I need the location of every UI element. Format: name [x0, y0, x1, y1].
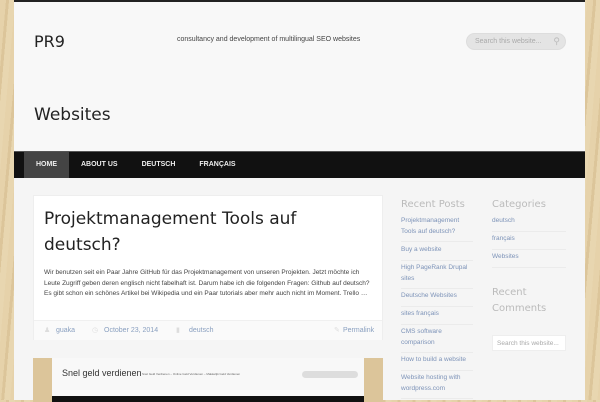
- recent-post-link[interactable]: CMS software comparison: [401, 327, 473, 353]
- recent-post-link[interactable]: Website hosting with wordpress.com: [401, 373, 473, 399]
- thumbnail-search: [302, 371, 358, 378]
- recent-comments-title: Recent Comments: [492, 287, 547, 314]
- page: PR9 consultancy and development of multi…: [14, 0, 585, 402]
- post-date[interactable]: October 23, 2014: [104, 321, 158, 341]
- recent-post-link[interactable]: Deutsche Websites: [401, 291, 473, 307]
- nav-deutsch[interactable]: DEUTSCH: [130, 152, 188, 178]
- post-card: Projektmanagement Tools auf deutsch? Wir…: [33, 195, 383, 340]
- recent-post-link[interactable]: sites français: [401, 309, 473, 325]
- permalink[interactable]: Permalink: [343, 321, 374, 341]
- recent-post-link[interactable]: Projektmanagement Tools auf deutsch?: [401, 216, 473, 242]
- nav-about-us[interactable]: ABOUT US: [69, 152, 130, 178]
- post-title[interactable]: Projektmanagement Tools auf deutsch?: [44, 206, 364, 258]
- site-header: PR9 consultancy and development of multi…: [14, 2, 585, 151]
- main-nav: HOME ABOUT US DEUTSCH FRANÇAIS: [14, 151, 585, 178]
- recent-post-link[interactable]: How to build a website: [401, 355, 473, 371]
- clock-icon: ◷: [92, 327, 99, 334]
- sidebar-search-input[interactable]: Search this website...: [492, 335, 566, 351]
- categories-title: Categories: [492, 199, 546, 210]
- recent-posts-title: Recent Posts: [401, 199, 465, 210]
- post-meta: ♟ guaka ◷ October 23, 2014 ▮ deutsch ✎ P…: [34, 320, 382, 340]
- category-link[interactable]: deutsch: [492, 216, 566, 232]
- category-link[interactable]: français: [492, 234, 566, 250]
- page-title: Websites: [34, 105, 111, 125]
- header-search-input[interactable]: Search this website... ⚲: [466, 33, 566, 50]
- recent-post-link[interactable]: Buy a website: [401, 245, 473, 261]
- tagline: consultancy and development of multiling…: [177, 36, 361, 43]
- category-link[interactable]: Websites: [492, 252, 566, 268]
- post-category[interactable]: deutsch: [189, 321, 214, 341]
- link-icon: ✎: [334, 327, 340, 334]
- bookmark-icon: ▮: [176, 327, 180, 334]
- thumbnail-screenshot: Snel geld verdienen Snel Geld Verdienen …: [52, 358, 364, 402]
- thumbnail-subtitle: Snel Geld Verdienen – Online Geld Verdie…: [142, 372, 241, 376]
- nav-francais[interactable]: FRANÇAIS: [187, 152, 247, 178]
- thumbnail-title: Snel geld verdienen: [62, 368, 142, 378]
- user-icon: ♟: [44, 327, 51, 334]
- nav-home[interactable]: HOME: [24, 152, 69, 178]
- site-title[interactable]: PR9: [34, 32, 65, 51]
- post-author[interactable]: guaka: [56, 321, 75, 341]
- recent-post-link[interactable]: High PageRank Drupal sites: [401, 263, 473, 289]
- post-excerpt: Wir benutzen seit ein Paar Jahre GitHub …: [44, 269, 370, 297]
- thumbnail-nav: [52, 396, 364, 402]
- post-thumbnail[interactable]: Snel geld verdienen Snel Geld Verdienen …: [33, 358, 383, 402]
- search-placeholder: Search this website...: [475, 38, 542, 45]
- search-icon[interactable]: ⚲: [553, 36, 560, 47]
